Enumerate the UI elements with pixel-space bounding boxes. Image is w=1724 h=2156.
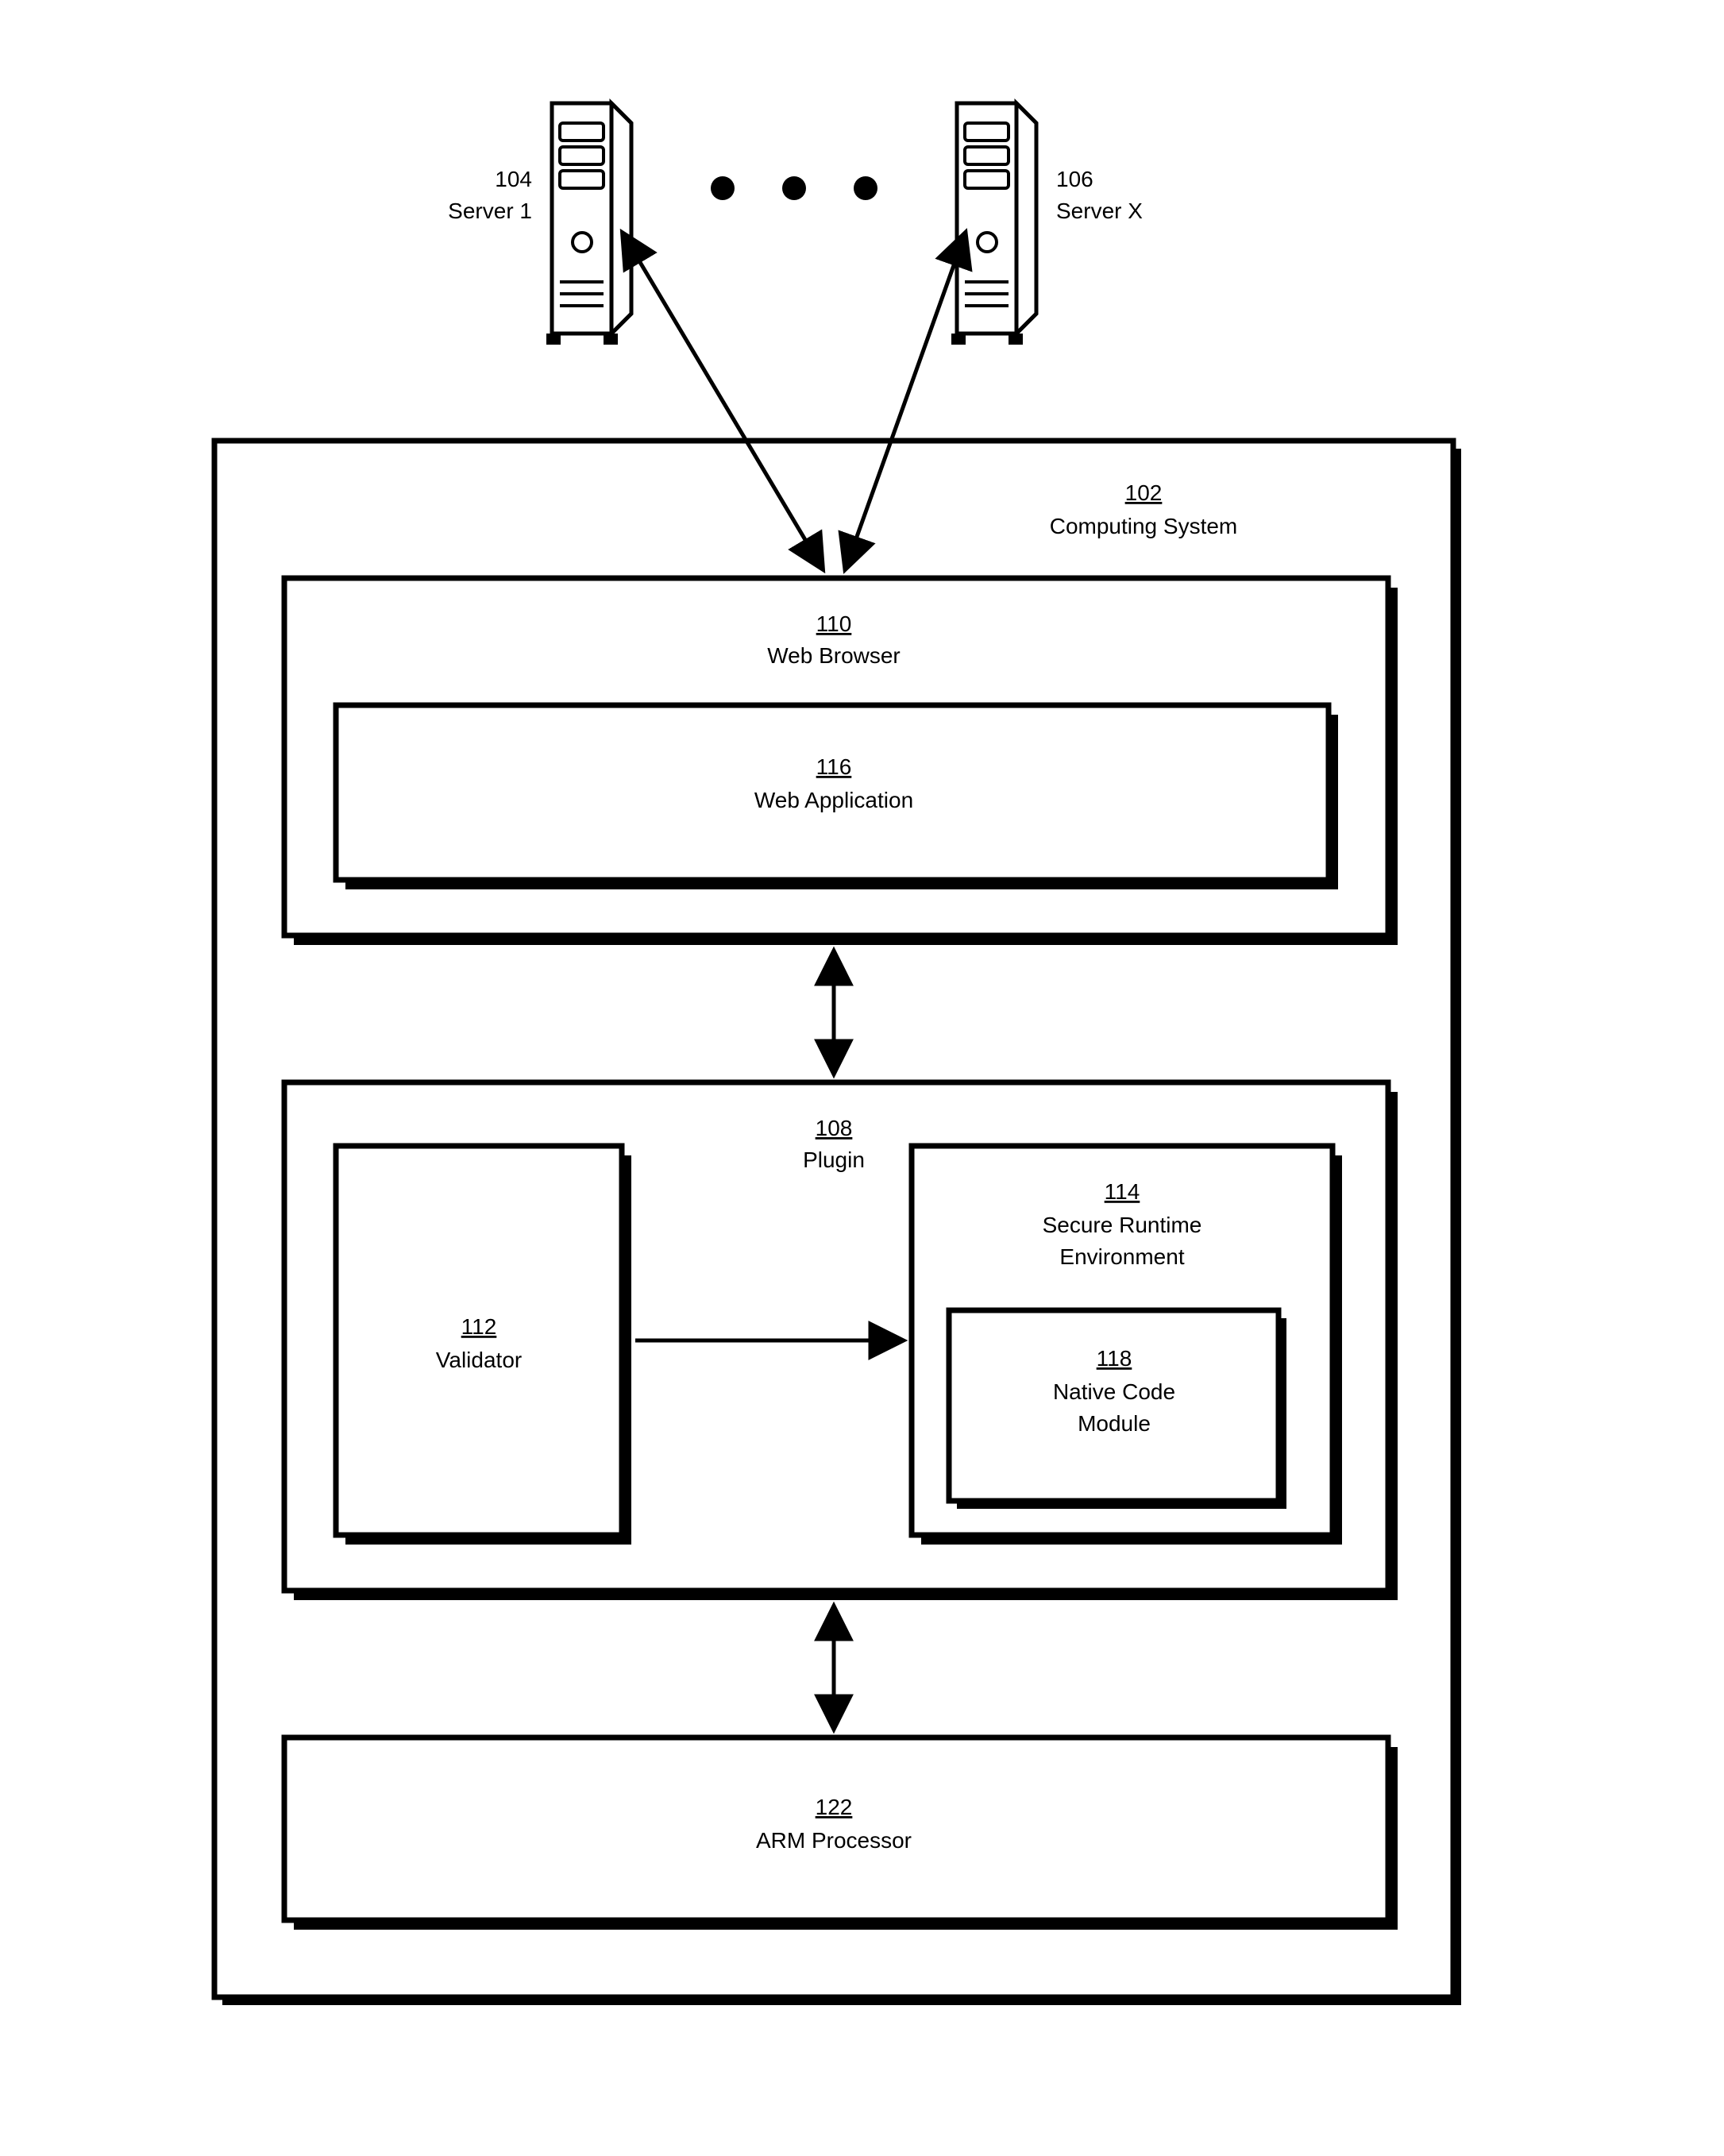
plugin-label: Plugin — [803, 1147, 865, 1172]
ellipsis-dot — [854, 176, 877, 200]
computing-num: 102 — [1125, 480, 1163, 505]
validator-box — [336, 1146, 622, 1535]
server-x-num: 106 — [1056, 167, 1093, 191]
validator-label: Validator — [436, 1348, 522, 1372]
arm-num: 122 — [816, 1795, 853, 1819]
ellipsis-dot — [782, 176, 806, 200]
ncm-label1: Native Code — [1053, 1379, 1175, 1404]
arm-label: ARM Processor — [756, 1828, 912, 1853]
ellipsis-dot — [711, 176, 735, 200]
browser-label: Web Browser — [767, 643, 901, 668]
ncm-num: 118 — [1097, 1346, 1132, 1371]
server-x-icon — [951, 103, 1036, 345]
plugin-num: 108 — [816, 1116, 853, 1140]
validator-num: 112 — [461, 1314, 497, 1339]
computing-label: Computing System — [1050, 514, 1238, 538]
ncm-box — [949, 1310, 1279, 1501]
server-1-num: 104 — [495, 167, 532, 191]
ncm-label2: Module — [1078, 1411, 1151, 1436]
sre-label1: Secure Runtime — [1043, 1213, 1202, 1237]
server-1-label: Server 1 — [448, 199, 532, 223]
sre-num: 114 — [1105, 1179, 1140, 1204]
server-1-icon — [546, 103, 631, 345]
diagram-root: 104 Server 1 106 Server X 102 Computing … — [0, 0, 1724, 2156]
browser-num: 110 — [816, 611, 852, 636]
webapp-label: Web Application — [754, 788, 913, 812]
sre-label2: Environment — [1059, 1244, 1184, 1269]
server-x-label: Server X — [1056, 199, 1143, 223]
webapp-num: 116 — [816, 754, 852, 779]
